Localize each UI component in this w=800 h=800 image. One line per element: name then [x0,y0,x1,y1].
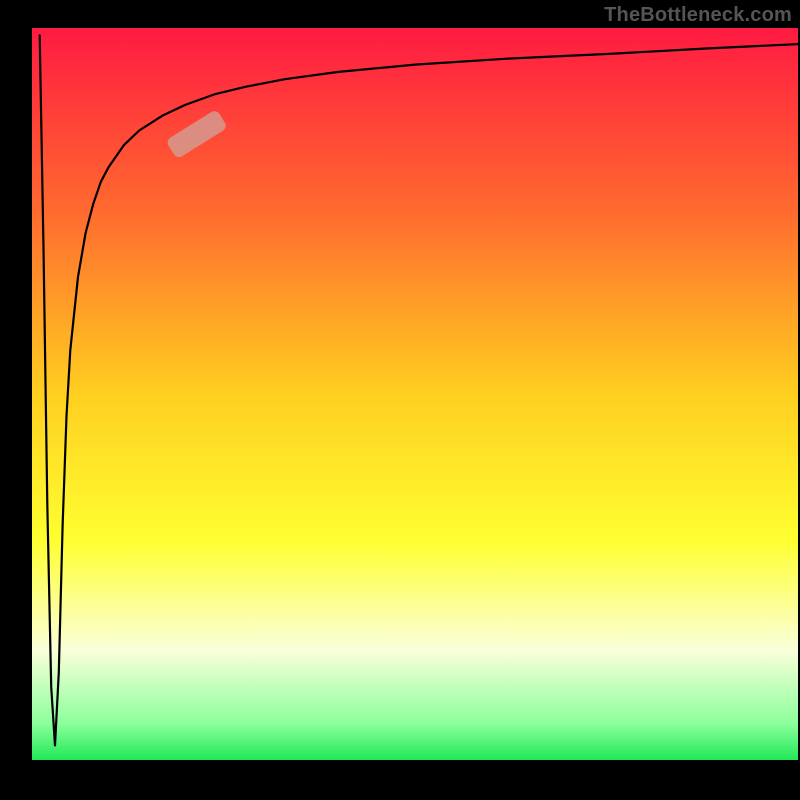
plot-area [32,28,798,760]
bottleneck-chart [0,0,800,800]
watermark-text: TheBottleneck.com [604,4,792,27]
